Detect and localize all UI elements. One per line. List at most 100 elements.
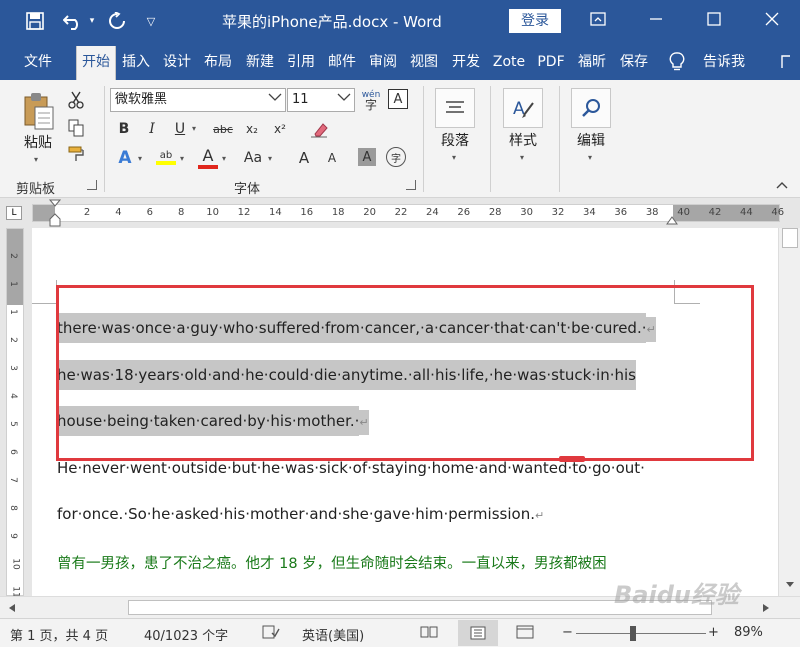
underline-dropdown-icon[interactable]: ▾ [192,124,196,133]
tab-save[interactable]: 保存 [614,46,654,80]
tab-pdf[interactable]: PDF [532,46,570,80]
tab-new[interactable]: 新建 [240,46,280,80]
phonetic-guide-icon[interactable]: wén 字 [360,88,382,112]
indent-marker-icon[interactable] [48,198,62,228]
text-effects-button[interactable]: A [114,146,136,170]
share-icon[interactable] [776,46,796,80]
font-color-dropdown-icon[interactable]: ▾ [222,154,226,163]
close-icon[interactable] [752,6,792,36]
undo-dropdown-icon[interactable]: ▾ [86,10,98,32]
tab-view[interactable]: 视图 [405,46,443,80]
grow-font-button[interactable]: A [294,146,314,170]
zoom-out-button[interactable]: − [562,625,573,640]
highlight-dropdown-icon[interactable]: ▾ [180,154,184,163]
character-shading-button[interactable]: A [358,148,376,166]
character-border-icon[interactable]: A [388,89,408,109]
read-mode-icon[interactable] [420,625,438,643]
ribbon-display-options-icon[interactable] [578,6,618,36]
format-painter-icon[interactable] [66,144,86,164]
horizontal-ruler[interactable]: L 2 4 6 8 10 12 14 16 18 20 22 24 26 28 30 32 34 36 38 40 42… [0,198,800,228]
clipboard-launcher-icon[interactable] [87,180,97,190]
zoom-level[interactable]: 89% [734,625,763,640]
change-case-dropdown-icon[interactable]: ▾ [268,154,272,163]
font-name-select[interactable]: 微软雅黑 [110,88,286,112]
paragraph-icon[interactable] [435,88,475,128]
tab-home[interactable]: 开始 [76,46,116,80]
tab-design[interactable]: 设计 [158,46,196,80]
enclose-characters-button[interactable]: 字 [386,147,406,167]
tab-foxit[interactable]: 福昕 [573,46,611,80]
cut-icon[interactable] [66,90,86,110]
ruler-tick-label: 6 [146,207,153,218]
web-layout-icon[interactable] [516,625,534,643]
scroll-right-icon[interactable] [760,601,772,615]
scroll-left-icon[interactable] [6,601,18,615]
paste-label[interactable]: 粘贴 [18,132,58,152]
tab-mailings[interactable]: 邮件 [323,46,361,80]
tab-developer[interactable]: 开发 [446,46,486,80]
tab-layout[interactable]: 布局 [199,46,237,80]
underline-button[interactable]: U [170,118,190,140]
font-launcher-icon[interactable] [406,180,416,190]
vertical-scroll-thumb[interactable] [782,228,798,248]
copy-icon[interactable] [66,118,86,138]
styles-icon[interactable]: A [503,88,543,128]
paragraph-button[interactable]: 段落 [431,130,479,150]
tab-selector[interactable]: L [6,206,22,220]
tab-review[interactable]: 审阅 [364,46,402,80]
clear-formatting-icon[interactable] [308,118,330,140]
minimize-icon[interactable] [636,6,676,36]
subscript-button[interactable]: x₂ [242,118,262,140]
tab-insert[interactable]: 插入 [117,46,155,80]
redo-icon[interactable] [104,10,130,32]
strikethrough-button[interactable]: abc [208,118,238,140]
line-text[interactable]: for·once.·So·he·asked·his·mother·and·she… [57,505,535,523]
font-color-button[interactable]: A [196,144,220,170]
zoom-in-button[interactable]: + [708,625,719,640]
italic-button[interactable]: I [142,118,162,140]
paste-icon[interactable] [18,88,58,134]
shrink-font-button[interactable]: A [322,146,342,170]
editing-dropdown-icon[interactable]: ▾ [588,153,592,162]
save-icon[interactable] [22,10,48,32]
tab-file[interactable]: 文件 [14,46,62,80]
highlight-color-button[interactable]: ab [154,144,178,170]
maximize-icon[interactable] [694,6,734,36]
styles-dropdown-icon[interactable]: ▾ [520,153,524,162]
zoom-slider-thumb[interactable] [630,626,636,641]
font-size-dropdown-icon[interactable] [336,89,352,111]
login-button[interactable]: 登录 [509,9,561,33]
tab-references[interactable]: 引用 [283,46,319,80]
text-line[interactable]: for·once.·So·he·asked·his·mother·and·she… [57,505,544,523]
paste-dropdown-icon[interactable]: ▾ [34,155,38,164]
right-indent-marker-icon[interactable] [666,212,678,226]
font-size-select[interactable]: 11 [287,88,355,112]
zoom-slider[interactable] [576,633,706,634]
collapse-ribbon-icon[interactable] [774,178,790,192]
print-layout-icon[interactable] [458,620,498,646]
lightbulb-icon[interactable] [664,46,690,80]
undo-icon[interactable] [60,10,86,32]
tell-me-search[interactable]: 告诉我 [696,46,752,80]
paragraph-dropdown-icon[interactable]: ▾ [452,153,456,162]
scroll-down-icon[interactable] [783,578,797,592]
bold-button[interactable]: B [114,118,134,140]
text-line[interactable]: 曾有一男孩，患了不治之癌。他才 18 岁，但生命随时会结束。一直以来，男孩都被困 [57,552,607,573]
language-indicator[interactable]: 英语(美国) [302,625,364,644]
tab-zotero[interactable]: Zote [489,46,529,80]
proofing-icon[interactable] [262,625,280,643]
text-line[interactable]: He·never·went·outside·but·he·was·sick·of… [57,459,645,477]
word-count[interactable]: 40/1023 个字 [144,625,228,644]
change-case-button[interactable]: Aa [240,146,266,170]
vertical-ruler[interactable]: 2 1 1 2 3 4 5 6 7 8 9 10 11 [0,228,32,598]
vertical-scrollbar[interactable] [778,228,800,596]
search-icon[interactable] [571,88,611,128]
customize-qat-icon[interactable]: ▽ [142,10,160,32]
font-name-dropdown-icon[interactable] [267,89,283,111]
page-count[interactable]: 第 1 页，共 4 页 [10,625,108,644]
ruler-tick-label: 42 [708,207,722,218]
superscript-button[interactable]: x² [270,118,290,140]
styles-button[interactable]: 样式 [499,130,547,150]
editing-button[interactable]: 编辑 [567,130,615,150]
text-effects-dropdown-icon[interactable]: ▾ [138,154,142,163]
